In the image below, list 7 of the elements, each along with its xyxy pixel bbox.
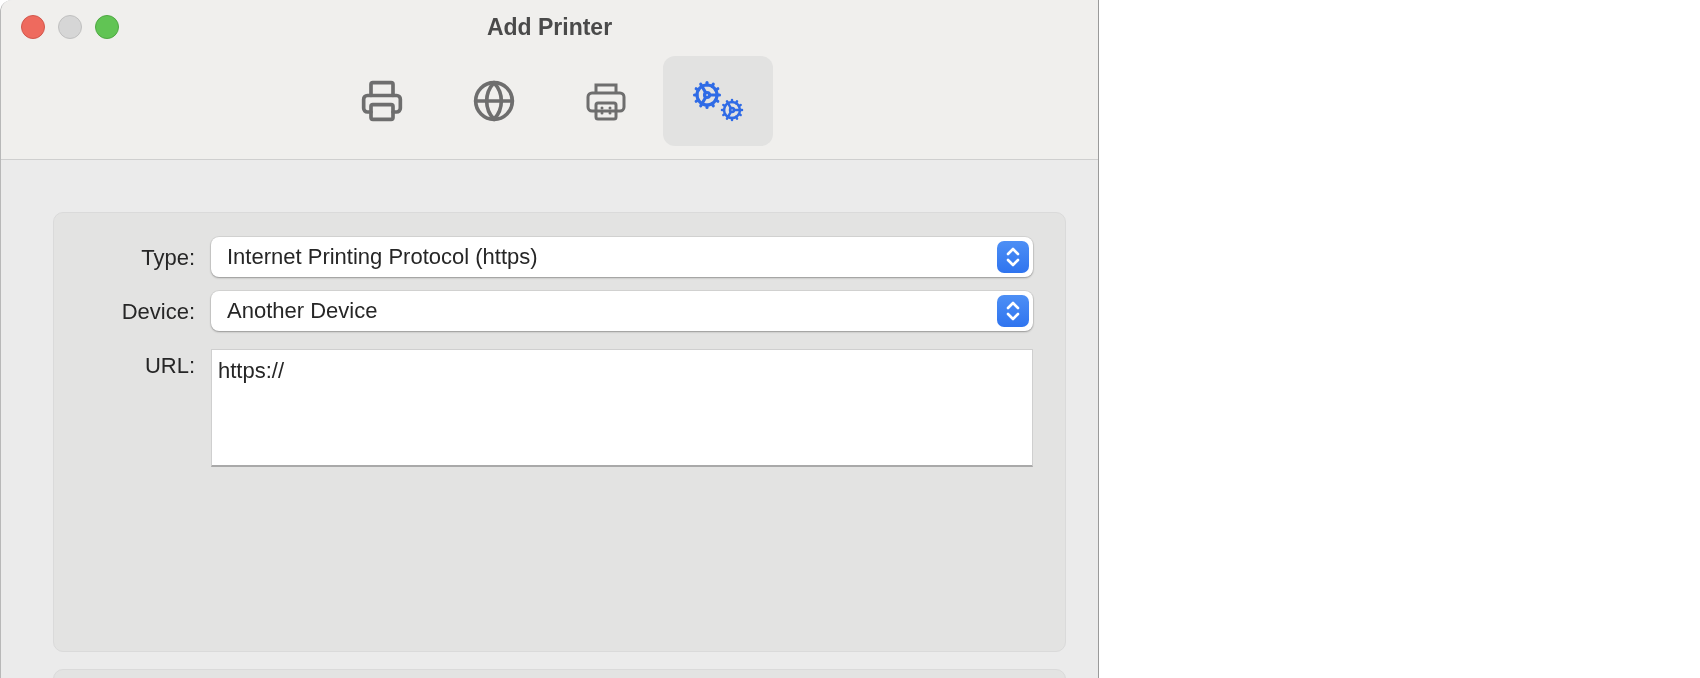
field-label: URL: [143,352,195,379]
device-popup[interactable]: Another Device [211,291,1033,331]
type-popup[interactable]: Internet Printing Protocol (https) [211,237,1033,277]
field-label: Device: [120,298,195,325]
window-title: Add Printer [486,13,613,41]
field-label: Type: [140,244,195,271]
url-field[interactable]: https:// [211,349,1033,467]
